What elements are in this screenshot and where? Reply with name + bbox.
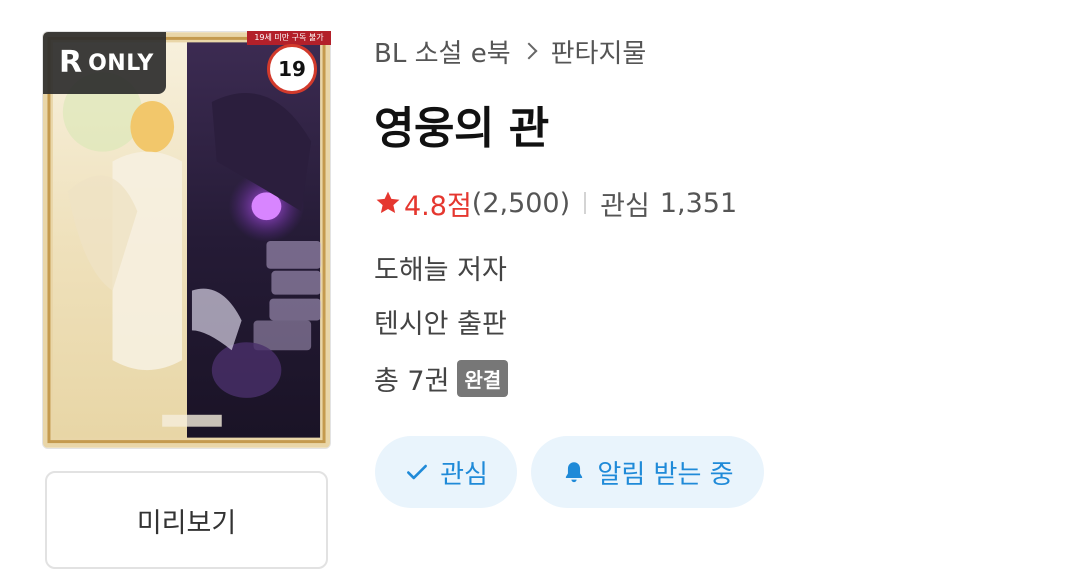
interest-count: 1,351 [659, 187, 738, 219]
book-title: 영웅의 관 [374, 103, 549, 154]
bell-icon [566, 462, 583, 483]
r-mark: R [59, 45, 83, 80]
r-only-badge: R ONLY [43, 32, 166, 94]
age-rating-badge: 19 [267, 44, 317, 94]
breadcrumb-genre[interactable]: 판타지물 [551, 33, 647, 70]
publisher[interactable]: 텐시안 출판 [374, 302, 507, 341]
breadcrumb-category[interactable]: BL 소설 e북 [374, 33, 511, 70]
volume-count: 총 7권 [374, 365, 450, 397]
only-label: ONLY [88, 50, 154, 76]
interest-button-label: 관심 [440, 459, 488, 490]
completed-badge: 완결 [457, 359, 509, 397]
cover-artwork [43, 32, 330, 448]
adult-only-tag: 19세 미만 구독 불가 [247, 31, 331, 45]
preview-button[interactable]: 미리보기 [45, 471, 328, 569]
alarm-button[interactable]: 알림 받는 중 [531, 436, 764, 508]
volume-info: 총 7권 완결 [374, 358, 509, 398]
interest-label: 관심 [600, 190, 650, 222]
star-icon [376, 191, 400, 214]
interest-button[interactable]: 관심 [375, 436, 517, 508]
rating-row: 4.8점 (2,500) 관심 1,351 [374, 184, 737, 222]
rating-score: 4.8점 [404, 190, 472, 222]
check-icon [407, 464, 428, 480]
rating-count[interactable]: (2,500) [472, 188, 570, 219]
author[interactable]: 도해늘 저자 [374, 248, 507, 287]
breadcrumb: BL 소설 e북 판타지물 [374, 33, 647, 70]
chevron-right-icon [520, 42, 538, 60]
divider [584, 192, 587, 214]
alarm-button-label: 알림 받는 중 [597, 459, 734, 490]
